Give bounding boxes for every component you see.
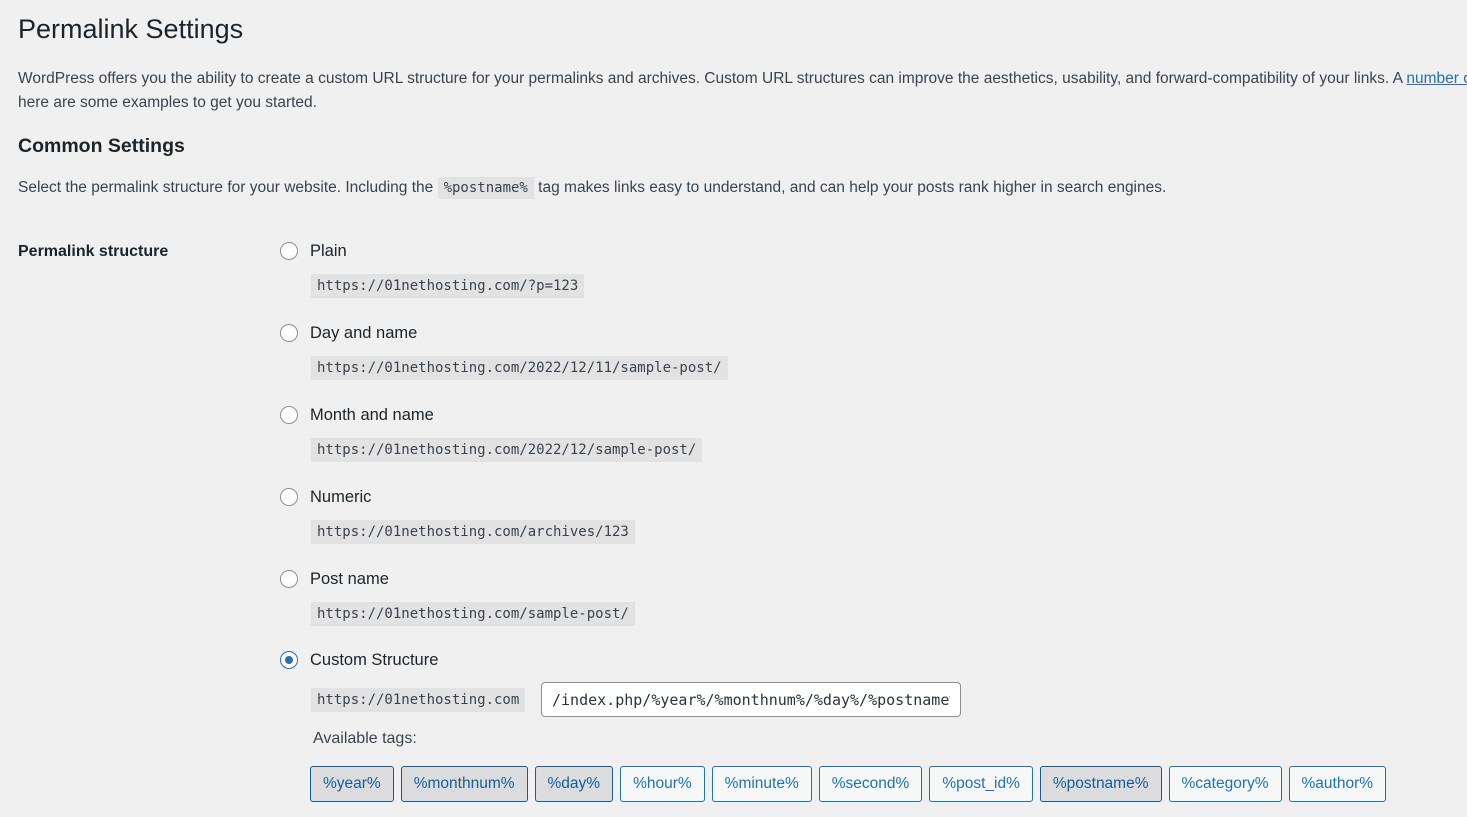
option-plain-label[interactable]: Plain bbox=[310, 239, 347, 263]
option-numeric-label[interactable]: Numeric bbox=[310, 485, 371, 509]
option-month-and-name-example: https://01nethosting.com/2022/12/sample-… bbox=[311, 438, 703, 462]
page-title: Permalink Settings bbox=[18, 14, 244, 44]
permalink-settings-page: Permalink Settings WordPress offers you … bbox=[0, 0, 1467, 817]
intro-text-main: WordPress offers you the ability to crea… bbox=[18, 70, 1407, 87]
tag-hour-button[interactable]: %hour% bbox=[620, 766, 705, 802]
desc-after: tag makes links easy to understand, and … bbox=[533, 179, 1167, 196]
option-plain-example: https://01nethosting.com/?p=123 bbox=[311, 274, 585, 298]
common-settings-title: Common Settings bbox=[18, 135, 185, 157]
tag-year-button[interactable]: %year% bbox=[310, 766, 394, 802]
radio-custom-structure[interactable] bbox=[280, 651, 298, 669]
intro-link[interactable]: number o bbox=[1406, 70, 1467, 87]
desc-before: Select the permalink structure for your … bbox=[18, 179, 438, 196]
option-month-and-name-label[interactable]: Month and name bbox=[310, 403, 434, 427]
radio-numeric[interactable] bbox=[280, 488, 298, 506]
tag-second-button[interactable]: %second% bbox=[818, 766, 923, 802]
available-tags-list: %year% %monthnum% %day% %hour% %minute% … bbox=[310, 766, 1387, 802]
intro-text-line2: here are some examples to get you starte… bbox=[18, 94, 317, 111]
option-day-and-name-label[interactable]: Day and name bbox=[310, 321, 417, 345]
tag-day-button[interactable]: %day% bbox=[534, 766, 614, 802]
tag-category-button[interactable]: %category% bbox=[1168, 766, 1282, 802]
option-numeric-example: https://01nethosting.com/archives/123 bbox=[311, 520, 635, 544]
radio-plain[interactable] bbox=[280, 242, 298, 260]
tag-monthnum-button[interactable]: %monthnum% bbox=[400, 766, 528, 802]
radio-post-name[interactable] bbox=[280, 570, 298, 588]
radio-day-and-name[interactable] bbox=[280, 324, 298, 342]
tag-post-id-button[interactable]: %post_id% bbox=[929, 766, 1033, 802]
option-custom-structure-label[interactable]: Custom Structure bbox=[310, 648, 438, 672]
tag-minute-button[interactable]: %minute% bbox=[711, 766, 812, 802]
custom-structure-input[interactable] bbox=[541, 682, 961, 717]
common-settings-description: Select the permalink structure for your … bbox=[18, 176, 1166, 200]
available-tags-label: Available tags: bbox=[313, 730, 417, 747]
permalink-structure-label: Permalink structure bbox=[18, 243, 169, 260]
custom-structure-prefix: https://01nethosting.com bbox=[311, 688, 526, 712]
tag-author-button[interactable]: %author% bbox=[1288, 766, 1387, 802]
option-post-name-label[interactable]: Post name bbox=[310, 567, 389, 591]
radio-month-and-name[interactable] bbox=[280, 406, 298, 424]
tag-postname-button[interactable]: %postname% bbox=[1039, 766, 1162, 802]
postname-code: %postname% bbox=[437, 177, 534, 199]
option-post-name-example: https://01nethosting.com/sample-post/ bbox=[311, 602, 635, 626]
intro-text: WordPress offers you the ability to crea… bbox=[18, 67, 1467, 115]
option-day-and-name-example: https://01nethosting.com/2022/12/11/samp… bbox=[311, 356, 728, 380]
